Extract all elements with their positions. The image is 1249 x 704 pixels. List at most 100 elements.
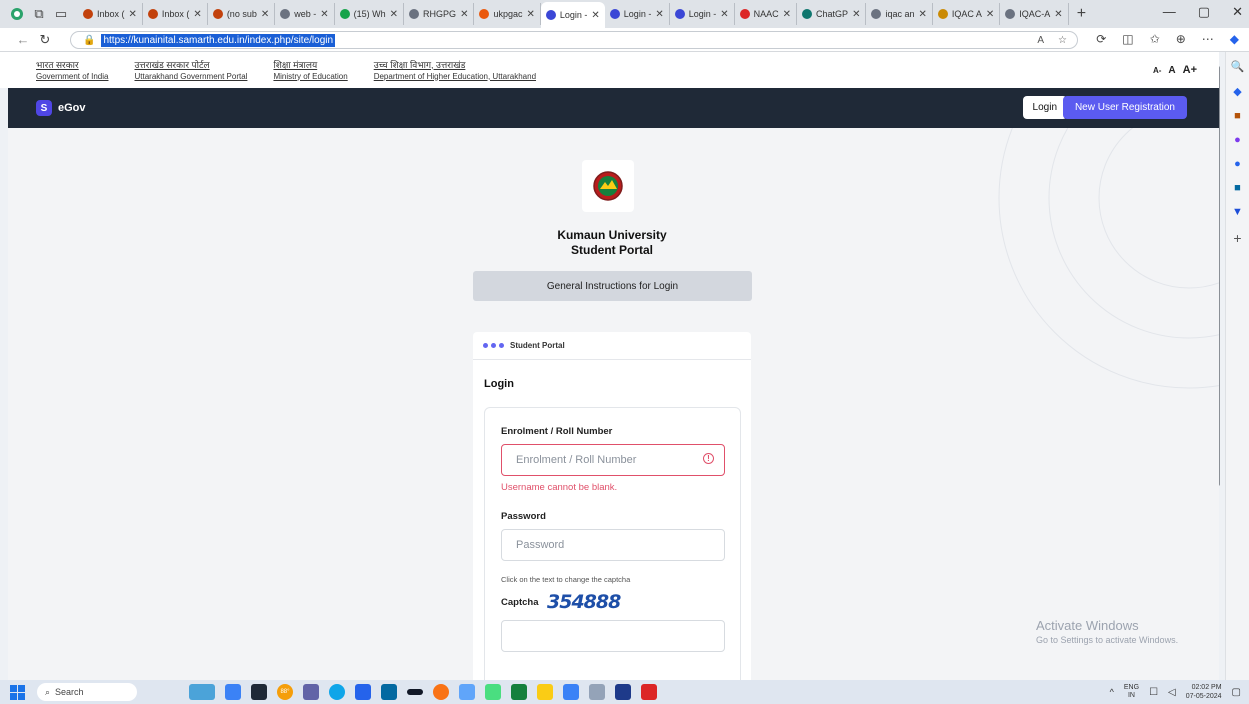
favorite-star-icon[interactable]: ☆ [1058, 35, 1067, 46]
password-input[interactable] [501, 529, 725, 561]
add-sidebar-icon[interactable]: + [1233, 230, 1241, 246]
browser-tab[interactable]: Inbox (✕ [143, 3, 208, 25]
back-icon[interactable]: ← [12, 32, 34, 47]
font-decrease-button[interactable]: A- [1153, 66, 1161, 75]
tab-actions-icon[interactable]: ▭ [50, 3, 72, 25]
browser-tab[interactable]: IQAC-A ✕ [1000, 3, 1069, 25]
teams-icon[interactable] [303, 684, 319, 700]
tab-close-icon[interactable]: ✕ [390, 9, 398, 20]
app-icon[interactable] [615, 684, 631, 700]
restore-icon[interactable]: ▢ [1198, 4, 1210, 20]
wifi-icon[interactable]: ☐ [1149, 687, 1158, 698]
minimize-icon[interactable]: — [1163, 4, 1176, 20]
tab-close-icon[interactable]: ✕ [591, 10, 599, 21]
tab-close-icon[interactable]: ✕ [783, 9, 791, 20]
app-icon[interactable] [225, 684, 241, 700]
close-icon[interactable]: ✕ [1232, 4, 1243, 20]
extensions-icon[interactable]: ⟳ [1096, 32, 1106, 46]
edge-icon[interactable] [329, 684, 345, 700]
store-icon[interactable] [355, 684, 371, 700]
tab-close-icon[interactable]: ✕ [986, 9, 994, 20]
browser-tab[interactable]: iqac an ✕ [866, 3, 933, 25]
app-icon[interactable] [459, 684, 475, 700]
start-button[interactable] [10, 684, 25, 700]
tab-close-icon[interactable]: ✕ [918, 9, 926, 20]
more-options-icon[interactable]: ⋯ [1202, 32, 1214, 46]
chevron-up-icon[interactable]: ^ [1110, 687, 1114, 697]
shopping-icon[interactable]: ■ [1234, 110, 1241, 122]
file-explorer-icon[interactable] [537, 684, 553, 700]
app-icon[interactable] [485, 684, 501, 700]
url-box[interactable]: 🔒 https://kunainital.samarth.edu.in/inde… [70, 31, 1078, 49]
excel-icon[interactable] [511, 684, 527, 700]
outlook-icon[interactable]: ■ [1234, 182, 1241, 194]
app-icon[interactable] [407, 689, 423, 695]
new-tab-button[interactable]: + [1077, 5, 1086, 23]
tab-close-icon[interactable]: ✕ [852, 9, 860, 20]
tab-label: ChatGP [816, 9, 849, 19]
volume-icon[interactable]: ◁ [1168, 687, 1176, 698]
browser-tab[interactable]: IQAC A ✕ [933, 3, 1001, 25]
tab-close-icon[interactable]: ✕ [1054, 9, 1062, 20]
tab-close-icon[interactable]: ✕ [261, 9, 269, 20]
browser-tab[interactable]: (no sub ✕ [208, 3, 276, 25]
tab-close-icon[interactable]: ✕ [655, 9, 663, 20]
tag-icon[interactable]: ◆ [1233, 85, 1241, 98]
browser-tab[interactable]: RHGPG ✕ [404, 3, 475, 25]
browser-tab[interactable]: Login - ✕ [540, 2, 605, 28]
split-screen-icon[interactable]: ◫ [1122, 32, 1133, 46]
refresh-icon[interactable]: ↻ [34, 32, 56, 48]
browser-tab[interactable]: Inbox (✕ [78, 3, 143, 25]
captcha-input[interactable] [501, 620, 725, 652]
mail-icon[interactable] [381, 684, 397, 700]
workspaces-icon[interactable]: ⧉ [28, 3, 50, 25]
clock[interactable]: 02:02 PM 07-05-2024 [1186, 683, 1222, 701]
collections-icon[interactable]: ⊕ [1176, 32, 1186, 46]
app-icon[interactable] [563, 684, 579, 700]
read-aloud-icon[interactable]: A [1037, 35, 1044, 46]
browser-tab[interactable]: Login - ✕ [605, 3, 670, 25]
gov-link-uttarakhand-portal[interactable]: उत्तराखंड सरकार पोर्टल Uttarakhand Gover… [134, 59, 247, 82]
search-icon[interactable]: 🔍 [1231, 60, 1245, 73]
tab-close-icon[interactable]: ✕ [526, 9, 534, 20]
new-user-registration-button[interactable]: New User Registration [1062, 96, 1187, 119]
tab-close-icon[interactable]: ✕ [129, 9, 137, 20]
weather-icon[interactable]: 88° [277, 684, 293, 700]
browser-tab[interactable]: Login - ✕ [670, 3, 735, 25]
office-icon[interactable]: ● [1234, 158, 1241, 170]
language-indicator[interactable]: ENG IN [1124, 684, 1139, 700]
browser-tab[interactable]: NAAC ✕ [735, 3, 798, 25]
brand-name[interactable]: eGov [58, 102, 86, 114]
app-icon[interactable] [589, 684, 605, 700]
copilot-icon[interactable]: ◆ [1230, 32, 1239, 46]
url-text[interactable]: https://kunainital.samarth.edu.in/index.… [101, 33, 336, 47]
font-increase-button[interactable]: A+ [1183, 64, 1197, 76]
taskbar-search[interactable]: ⌕ Search [37, 683, 137, 701]
people-icon[interactable]: ● [1234, 134, 1241, 146]
firefox-icon[interactable] [433, 684, 449, 700]
enrolment-input[interactable] [501, 444, 725, 476]
brand-logo[interactable]: S [36, 100, 52, 116]
gov-link-higher-education[interactable]: उच्च शिक्षा विभाग, उत्तराखंड Department … [374, 59, 536, 82]
browser-tab[interactable]: (15) Wh ✕ [335, 3, 405, 25]
login-button[interactable]: Login [1022, 96, 1067, 119]
tab-close-icon[interactable]: ✕ [460, 9, 468, 20]
gov-link-ministry-education[interactable]: शिक्षा मंत्रालय Ministry of Education [273, 59, 347, 82]
tab-close-icon[interactable]: ✕ [720, 9, 728, 20]
pdf-icon[interactable] [641, 684, 657, 700]
send-icon[interactable]: ▼ [1232, 206, 1243, 218]
tab-close-icon[interactable]: ✕ [320, 9, 328, 20]
general-instructions-button[interactable]: General Instructions for Login [473, 271, 752, 301]
tab-close-icon[interactable]: ✕ [193, 9, 201, 20]
notification-icon[interactable]: ▢ [1232, 687, 1241, 698]
app-icon[interactable] [251, 684, 267, 700]
profile-icon[interactable] [6, 3, 28, 25]
gov-link-india[interactable]: भारत सरकार Government of India [36, 59, 108, 82]
favorites-icon[interactable]: ✩ [1150, 32, 1160, 46]
captcha-image[interactable]: 354888 [547, 591, 621, 613]
browser-tab[interactable]: ChatGP ✕ [797, 3, 867, 25]
font-normal-button[interactable]: A [1168, 65, 1175, 76]
widgets-icon[interactable] [189, 684, 215, 700]
browser-tab[interactable]: ukpgac ✕ [474, 3, 541, 25]
browser-tab[interactable]: web - ✕ [275, 3, 335, 25]
